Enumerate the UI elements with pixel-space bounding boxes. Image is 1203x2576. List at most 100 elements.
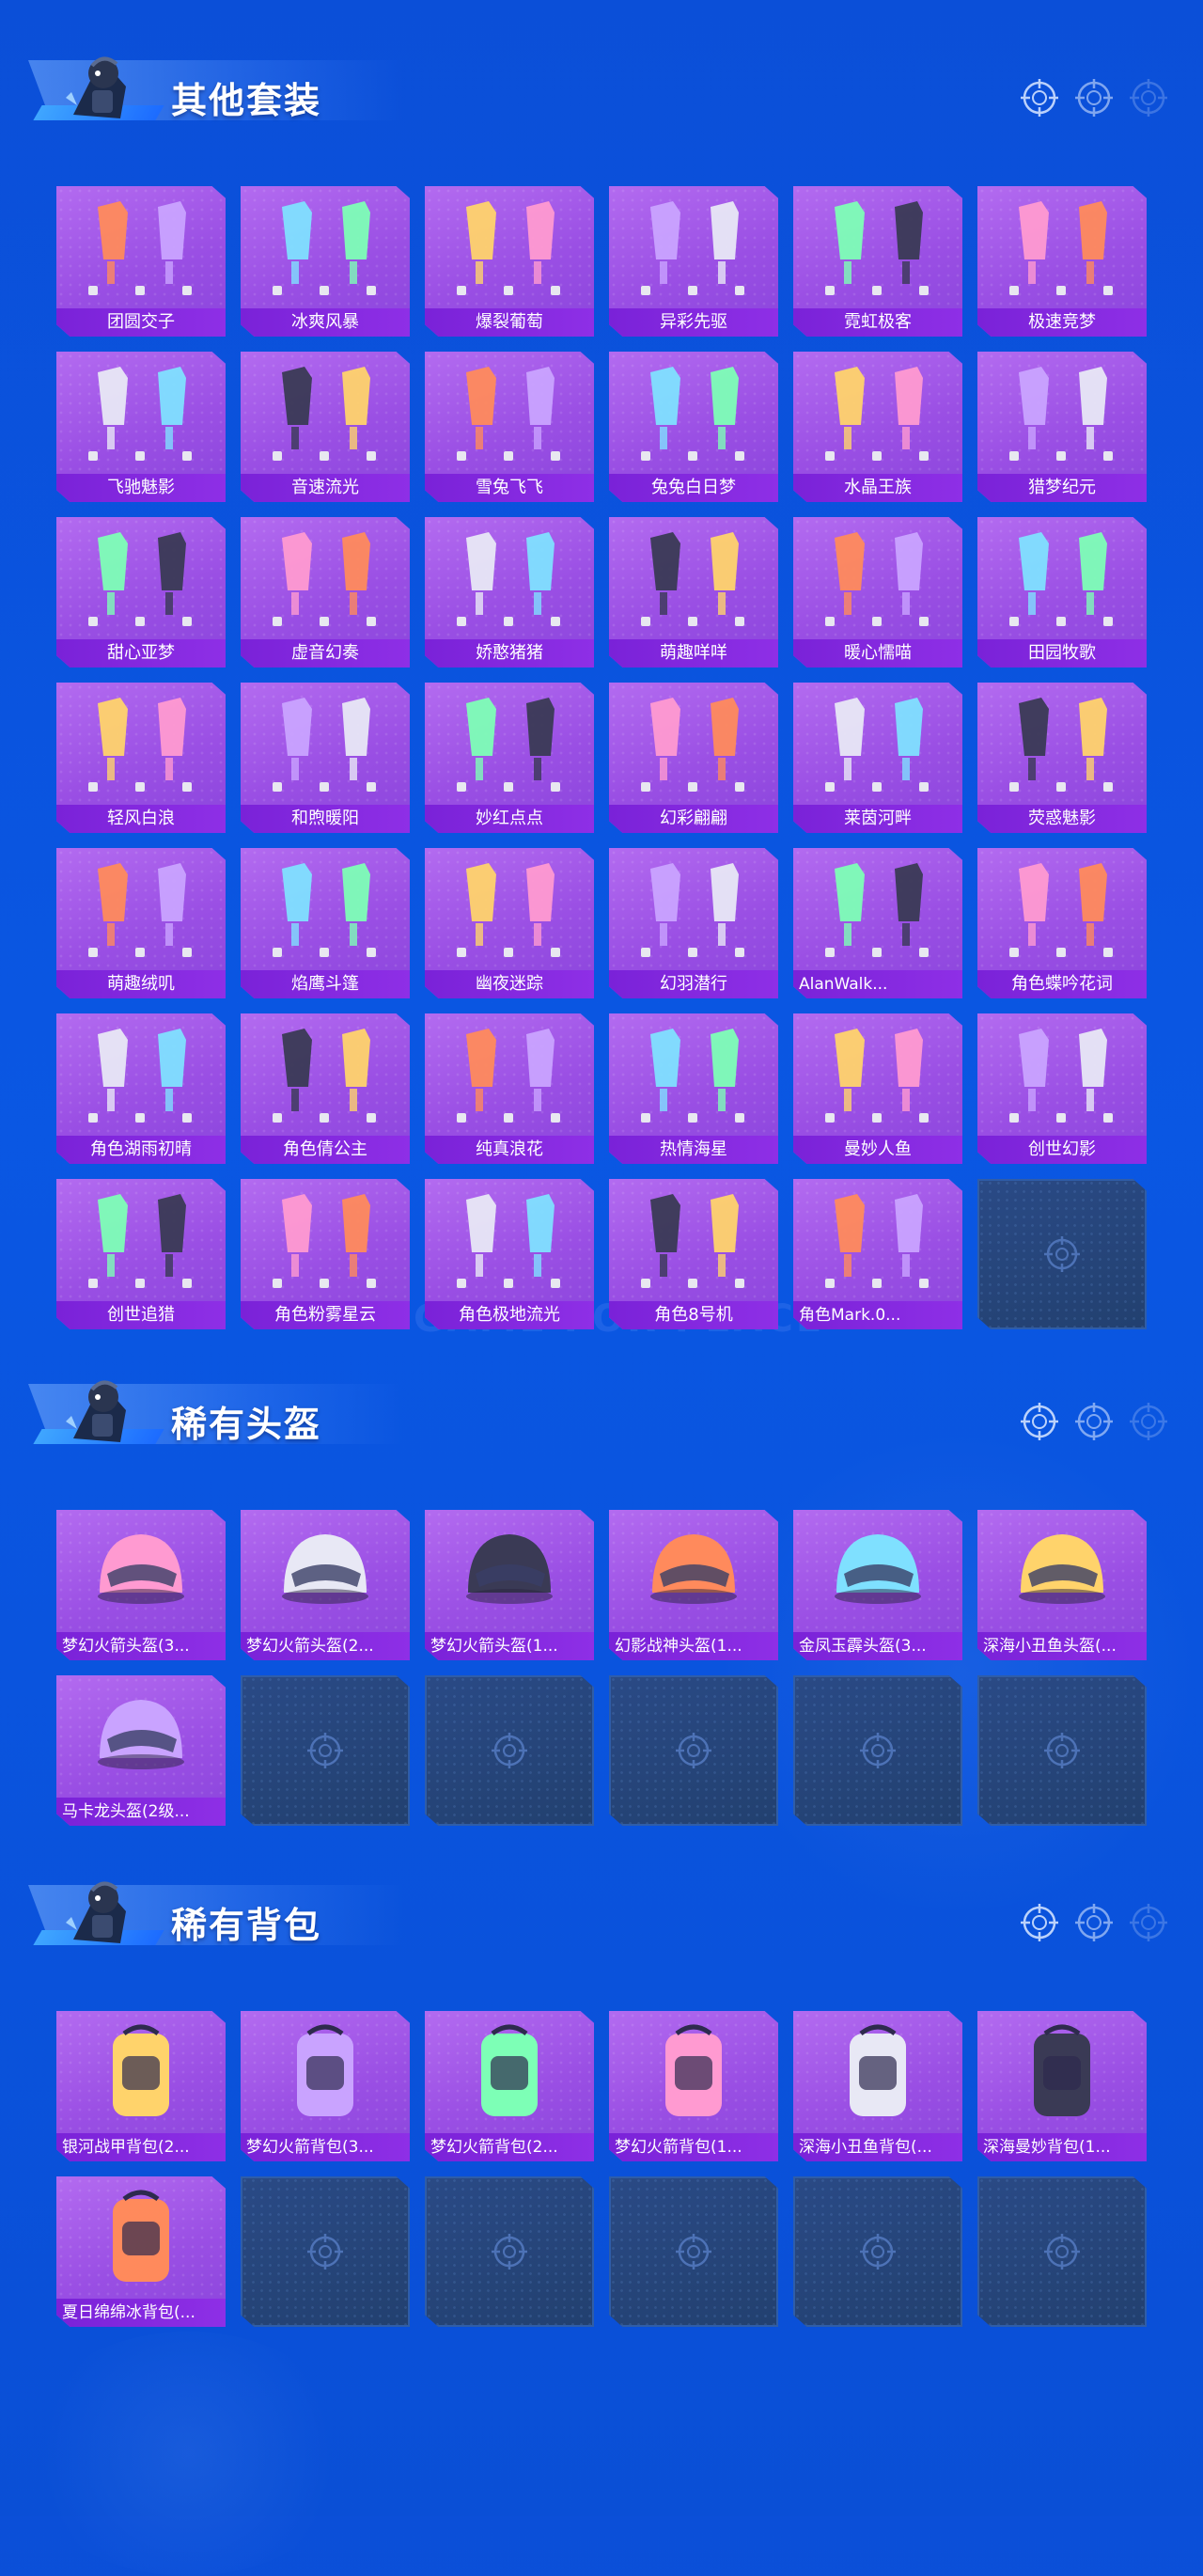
item-card[interactable]: 深海小丑鱼背包(... bbox=[793, 2011, 962, 2161]
empty-slot bbox=[241, 2176, 410, 2327]
item-card[interactable]: 团圆交子 bbox=[56, 186, 226, 337]
outfit-image bbox=[816, 194, 940, 305]
item-card[interactable]: 妙红点点 bbox=[425, 683, 594, 833]
section-rare-backpacks: 稀有背包 银河战甲背包(2... 梦幻火箭背包(3... 梦幻火箭背包(2... 梦幻火… bbox=[0, 1864, 1203, 2327]
outfit-image bbox=[632, 856, 756, 966]
outfit-image bbox=[79, 690, 203, 801]
item-card[interactable]: 角色蝶吟花词 bbox=[977, 848, 1147, 998]
item-card[interactable]: 角色倩公主 bbox=[241, 1013, 410, 1164]
helmet-image bbox=[1000, 1517, 1124, 1628]
item-label: 角色粉雾星云 bbox=[241, 1301, 410, 1329]
item-card[interactable]: 萌趣绒叽 bbox=[56, 848, 226, 998]
item-card[interactable]: 幻彩翩翩 bbox=[609, 683, 778, 833]
item-card[interactable]: AlanWalk... bbox=[793, 848, 962, 998]
empty-slot bbox=[609, 2176, 778, 2327]
item-card[interactable]: 深海曼妙背包(1... bbox=[977, 2011, 1147, 2161]
backpack-image bbox=[816, 2018, 940, 2129]
item-card[interactable]: 角色粉雾星云 bbox=[241, 1179, 410, 1329]
item-card[interactable]: 暖心懦喵 bbox=[793, 517, 962, 668]
item-label: 创世追猎 bbox=[56, 1301, 226, 1329]
item-card[interactable]: 爆裂葡萄 bbox=[425, 186, 594, 337]
item-card[interactable]: 音速流光 bbox=[241, 352, 410, 502]
item-label: AlanWalk... bbox=[793, 970, 962, 998]
crosshair-icon bbox=[1128, 1401, 1169, 1442]
item-card[interactable]: 幽夜迷踪 bbox=[425, 848, 594, 998]
item-card[interactable]: 幻影战神头盔(1... bbox=[609, 1510, 778, 1660]
outfit-image bbox=[816, 1021, 940, 1132]
mascot-icon bbox=[64, 1373, 135, 1450]
item-grid: 团圆交子 冰爽风暴 爆裂葡萄 异彩先驱 霓虹极客 极速竞梦飞驰魅影 音速流光 雪兔飞飞 兔兔白日… bbox=[56, 186, 1147, 1329]
outfit-image bbox=[1000, 525, 1124, 636]
item-label: 田园牧歌 bbox=[977, 639, 1147, 668]
item-label: 角色8号机 bbox=[609, 1301, 778, 1329]
item-card[interactable]: 梦幻火箭背包(1... bbox=[609, 2011, 778, 2161]
item-card[interactable]: 甜心亚梦 bbox=[56, 517, 226, 668]
item-card[interactable]: 创世追猎 bbox=[56, 1179, 226, 1329]
item-card[interactable]: 马卡龙头盔(2级... bbox=[56, 1675, 226, 1826]
outfit-image bbox=[263, 690, 387, 801]
item-card[interactable]: 飞驰魅影 bbox=[56, 352, 226, 502]
outfit-image bbox=[447, 1021, 571, 1132]
outfit-image bbox=[447, 525, 571, 636]
target-icon bbox=[673, 1730, 714, 1771]
item-card[interactable]: 角色极地流光 bbox=[425, 1179, 594, 1329]
item-card[interactable]: 极速竞梦 bbox=[977, 186, 1147, 337]
outfit-image bbox=[816, 359, 940, 470]
item-card[interactable]: 纯真浪花 bbox=[425, 1013, 594, 1164]
item-label: 音速流光 bbox=[241, 474, 410, 502]
item-card[interactable]: 创世幻影 bbox=[977, 1013, 1147, 1164]
item-card[interactable]: 轻风白浪 bbox=[56, 683, 226, 833]
crosshair-icon bbox=[1019, 1902, 1060, 1943]
outfit-image bbox=[79, 856, 203, 966]
item-card[interactable]: 梦幻火箭头盔(3... bbox=[56, 1510, 226, 1660]
section-other-outfits: 其他套装 团圆交子 冰爽风暴 爆裂葡萄 异彩先驱 霓虹极客 极速竞梦 飞驰魅影 音速流光 雪兔飞飞… bbox=[0, 39, 1203, 1329]
item-card[interactable]: 幻羽潜行 bbox=[609, 848, 778, 998]
empty-slot bbox=[793, 1675, 962, 1826]
crosshair-icon bbox=[1128, 1902, 1169, 1943]
item-label: 异彩先驱 bbox=[609, 308, 778, 337]
item-card[interactable]: 冰爽风暴 bbox=[241, 186, 410, 337]
target-icon bbox=[1041, 2231, 1083, 2272]
item-label: 轻风白浪 bbox=[56, 805, 226, 833]
outfit-image bbox=[632, 359, 756, 470]
item-label: 夏日绵绵冰背包(... bbox=[56, 2299, 226, 2327]
item-card[interactable]: 角色8号机 bbox=[609, 1179, 778, 1329]
item-card[interactable]: 焰鹰斗篷 bbox=[241, 848, 410, 998]
outfit-image bbox=[816, 856, 940, 966]
item-card[interactable]: 霓虹极客 bbox=[793, 186, 962, 337]
item-card[interactable]: 水晶王族 bbox=[793, 352, 962, 502]
item-card[interactable]: 夏日绵绵冰背包(... bbox=[56, 2176, 226, 2327]
item-card[interactable]: 和煦暖阳 bbox=[241, 683, 410, 833]
item-card[interactable]: 异彩先驱 bbox=[609, 186, 778, 337]
item-card[interactable]: 角色湖雨初晴 bbox=[56, 1013, 226, 1164]
item-card[interactable]: 虚音幻奏 bbox=[241, 517, 410, 668]
item-card[interactable]: 梦幻火箭头盔(2... bbox=[241, 1510, 410, 1660]
item-card[interactable]: 角色Mark.0... bbox=[793, 1179, 962, 1329]
item-card[interactable]: 娇憨猪猪 bbox=[425, 517, 594, 668]
item-card[interactable]: 梦幻火箭背包(3... bbox=[241, 2011, 410, 2161]
item-label: 幻影战神头盔(1... bbox=[609, 1632, 778, 1660]
target-icon bbox=[489, 1730, 530, 1771]
item-label: 幽夜迷踪 bbox=[425, 970, 594, 998]
item-card[interactable]: 金凤玉霹头盔(3... bbox=[793, 1510, 962, 1660]
empty-slot bbox=[793, 2176, 962, 2327]
item-card[interactable]: 梦幻火箭头盔(1... bbox=[425, 1510, 594, 1660]
item-card[interactable]: 曼妙人鱼 bbox=[793, 1013, 962, 1164]
item-card[interactable]: 兔兔白日梦 bbox=[609, 352, 778, 502]
item-card[interactable]: 萌趣咩咩 bbox=[609, 517, 778, 668]
item-card[interactable]: 莱茵河畔 bbox=[793, 683, 962, 833]
item-card[interactable]: 银河战甲背包(2... bbox=[56, 2011, 226, 2161]
item-card[interactable]: 田园牧歌 bbox=[977, 517, 1147, 668]
item-label: 角色蝶吟花词 bbox=[977, 970, 1147, 998]
item-card[interactable]: 猎梦纪元 bbox=[977, 352, 1147, 502]
item-label: 霓虹极客 bbox=[793, 308, 962, 337]
item-label: 创世幻影 bbox=[977, 1136, 1147, 1164]
item-label: 梦幻火箭头盔(3... bbox=[56, 1632, 226, 1660]
item-card[interactable]: 荧惑魅影 bbox=[977, 683, 1147, 833]
item-label: 水晶王族 bbox=[793, 474, 962, 502]
item-card[interactable]: 热情海星 bbox=[609, 1013, 778, 1164]
backpack-image bbox=[1000, 2018, 1124, 2129]
item-card[interactable]: 梦幻火箭背包(2... bbox=[425, 2011, 594, 2161]
item-card[interactable]: 深海小丑鱼头盔(... bbox=[977, 1510, 1147, 1660]
item-card[interactable]: 雪兔飞飞 bbox=[425, 352, 594, 502]
